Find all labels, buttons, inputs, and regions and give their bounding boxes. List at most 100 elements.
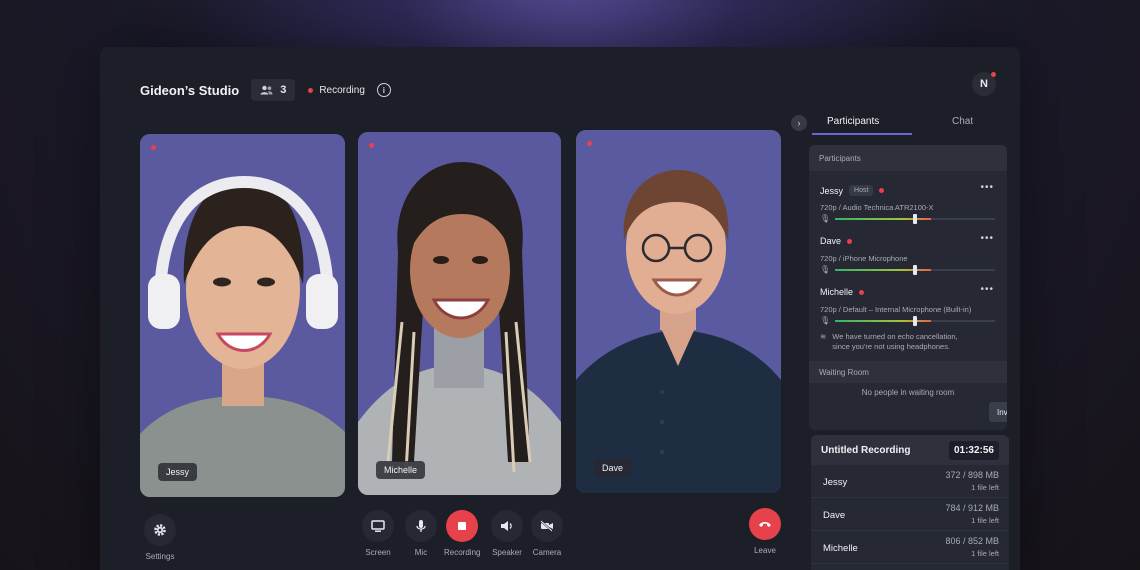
screen-share-button[interactable]	[362, 510, 394, 542]
recording-card-header: Untitled Recording 01:32:56	[811, 435, 1009, 465]
echo-note-line1: We have turned on echo cancellation,	[832, 332, 958, 341]
live-dot	[151, 145, 156, 150]
echo-note-line2: since you're not using headphones.	[832, 342, 951, 351]
participant-row-jessy[interactable]: Jessy Host ••• 720p / Audio Technica ATR…	[809, 171, 1007, 224]
tab-participants[interactable]: Participants	[827, 116, 879, 127]
participant-device: 720p / iPhone Microphone	[820, 254, 908, 263]
info-icon[interactable]: i	[376, 83, 391, 97]
info-glyph: i	[382, 85, 386, 95]
recording-indicator: Recording	[308, 85, 365, 96]
participant-count-button[interactable]: 3	[251, 79, 296, 101]
more-options-icon[interactable]: •••	[980, 182, 994, 193]
more-options-icon[interactable]: •••	[980, 233, 994, 244]
recording-row-files: 1 file left	[971, 483, 999, 492]
hangup-icon	[759, 522, 771, 527]
volume-slider[interactable]: 🎙	[820, 214, 995, 224]
user-avatar[interactable]: N	[972, 72, 996, 96]
collapse-panel-button[interactable]: ›	[791, 115, 807, 131]
mic-control[interactable]: Mic	[405, 510, 437, 557]
live-dot	[369, 143, 374, 148]
participant-name-row: Dave	[820, 236, 858, 246]
video-tile-dave[interactable]: Dave	[576, 130, 781, 493]
recording-label: Recording	[319, 84, 365, 96]
recording-control-label: Recording	[444, 548, 481, 557]
video-tile-jessy[interactable]: Jessy	[140, 134, 345, 497]
tab-chat[interactable]: Chat	[952, 116, 973, 127]
video-tile-michelle[interactable]: Michelle	[358, 132, 561, 495]
wave-icon: ≋	[820, 332, 827, 341]
name-tag: Michelle	[376, 461, 426, 479]
echo-cancellation-note: ≋ We have turned on echo cancellation, s…	[820, 332, 958, 352]
monitor-icon	[371, 520, 385, 532]
mic-button[interactable]	[405, 510, 437, 542]
participant-count: 3	[280, 84, 287, 96]
leave-label: Leave	[754, 546, 776, 555]
recording-row-name: Dave	[823, 510, 846, 521]
stop-icon	[458, 522, 467, 530]
participants-panel: Participants Jessy Host ••• 720p / Audio…	[809, 145, 1007, 430]
stop-recording-button[interactable]	[446, 510, 479, 542]
settings-button[interactable]	[144, 514, 176, 546]
live-dot	[879, 188, 885, 193]
speaker-label: Speaker	[492, 548, 522, 557]
live-dot	[587, 141, 592, 146]
microphone-icon	[416, 520, 426, 532]
volume-slider[interactable]: 🎙	[820, 316, 995, 326]
gear-icon	[154, 524, 166, 536]
volume-knob[interactable]	[913, 316, 917, 326]
live-dot	[859, 289, 865, 295]
studio-title: Gideon’s Studio	[140, 82, 240, 98]
settings-label: Settings	[145, 552, 175, 561]
participant-video-michelle	[358, 132, 561, 495]
top-bar: Gideon’s Studio 3 Recording i	[140, 79, 391, 101]
leave-button[interactable]	[749, 508, 781, 540]
live-dot	[847, 238, 853, 244]
camera-off-icon	[540, 520, 553, 532]
speaker-control[interactable]: Speaker	[491, 510, 523, 557]
recording-title[interactable]: Untitled Recording	[821, 445, 910, 456]
name-tag: Dave	[594, 459, 632, 477]
invite-button[interactable]: Inv	[989, 402, 1007, 422]
recording-row-size: 784 / 912 MB	[945, 503, 999, 513]
more-options-icon[interactable]: •••	[980, 284, 994, 295]
camera-button[interactable]	[531, 510, 563, 542]
recording-control[interactable]: Recording	[444, 510, 480, 557]
leave-control[interactable]: Leave	[749, 508, 781, 555]
waiting-room-title: Waiting Room	[809, 361, 1007, 383]
recording-row: Dave 784 / 912 MB 1 file left	[811, 498, 1009, 531]
speaker-icon	[501, 521, 512, 531]
participant-video-dave	[576, 130, 781, 493]
participant-device: 720p / Audio Technica ATR2100-X	[820, 203, 934, 212]
settings-control[interactable]: Settings	[144, 514, 176, 561]
recording-card: Untitled Recording 01:32:56 Jessy 372 / …	[811, 435, 1009, 570]
recording-timer: 01:32:56	[948, 440, 999, 460]
participant-name: Michelle	[820, 287, 854, 297]
participants-section-title: Participants	[809, 145, 1007, 171]
camera-control[interactable]: Camera	[531, 510, 563, 557]
studio-window: Gideon’s Studio 3 Recording i N Jessy Mi…	[100, 47, 1020, 570]
participant-name-row: Jessy Host	[820, 185, 890, 196]
screen-control[interactable]: Screen	[362, 510, 394, 557]
participant-row-dave[interactable]: Dave ••• 720p / iPhone Microphone 🎙	[809, 222, 1007, 275]
recording-row-files: 1 file left	[971, 516, 999, 525]
participant-row-michelle[interactable]: Michelle ••• 720p / Default – Internal M…	[809, 273, 1007, 326]
recording-row-size: 372 / 898 MB	[945, 470, 999, 480]
recording-row-name: Jessy	[823, 477, 848, 488]
recording-row-name: Michelle	[823, 543, 858, 554]
volume-slider[interactable]: 🎙	[820, 265, 995, 275]
participant-name-row: Michelle	[820, 287, 870, 297]
participant-name: Jessy	[820, 185, 844, 196]
name-tag: Jessy	[158, 463, 198, 481]
recording-dot	[308, 87, 314, 93]
participant-device: 720p / Default – Internal Microphone (Bu…	[820, 305, 972, 314]
waiting-room-empty: No people in waiting room	[861, 388, 955, 397]
recording-row-size: 806 / 852 MB	[945, 536, 999, 546]
recording-row: Jessy 372 / 898 MB 1 file left	[811, 465, 1009, 498]
active-tab-indicator	[812, 133, 912, 135]
people-icon	[260, 85, 273, 95]
notification-dot	[991, 72, 996, 77]
speaker-button[interactable]	[491, 510, 523, 542]
recording-row-files: 1 file left	[971, 549, 999, 558]
mic-label: Mic	[414, 548, 428, 557]
screen-label: Screen	[365, 548, 391, 557]
